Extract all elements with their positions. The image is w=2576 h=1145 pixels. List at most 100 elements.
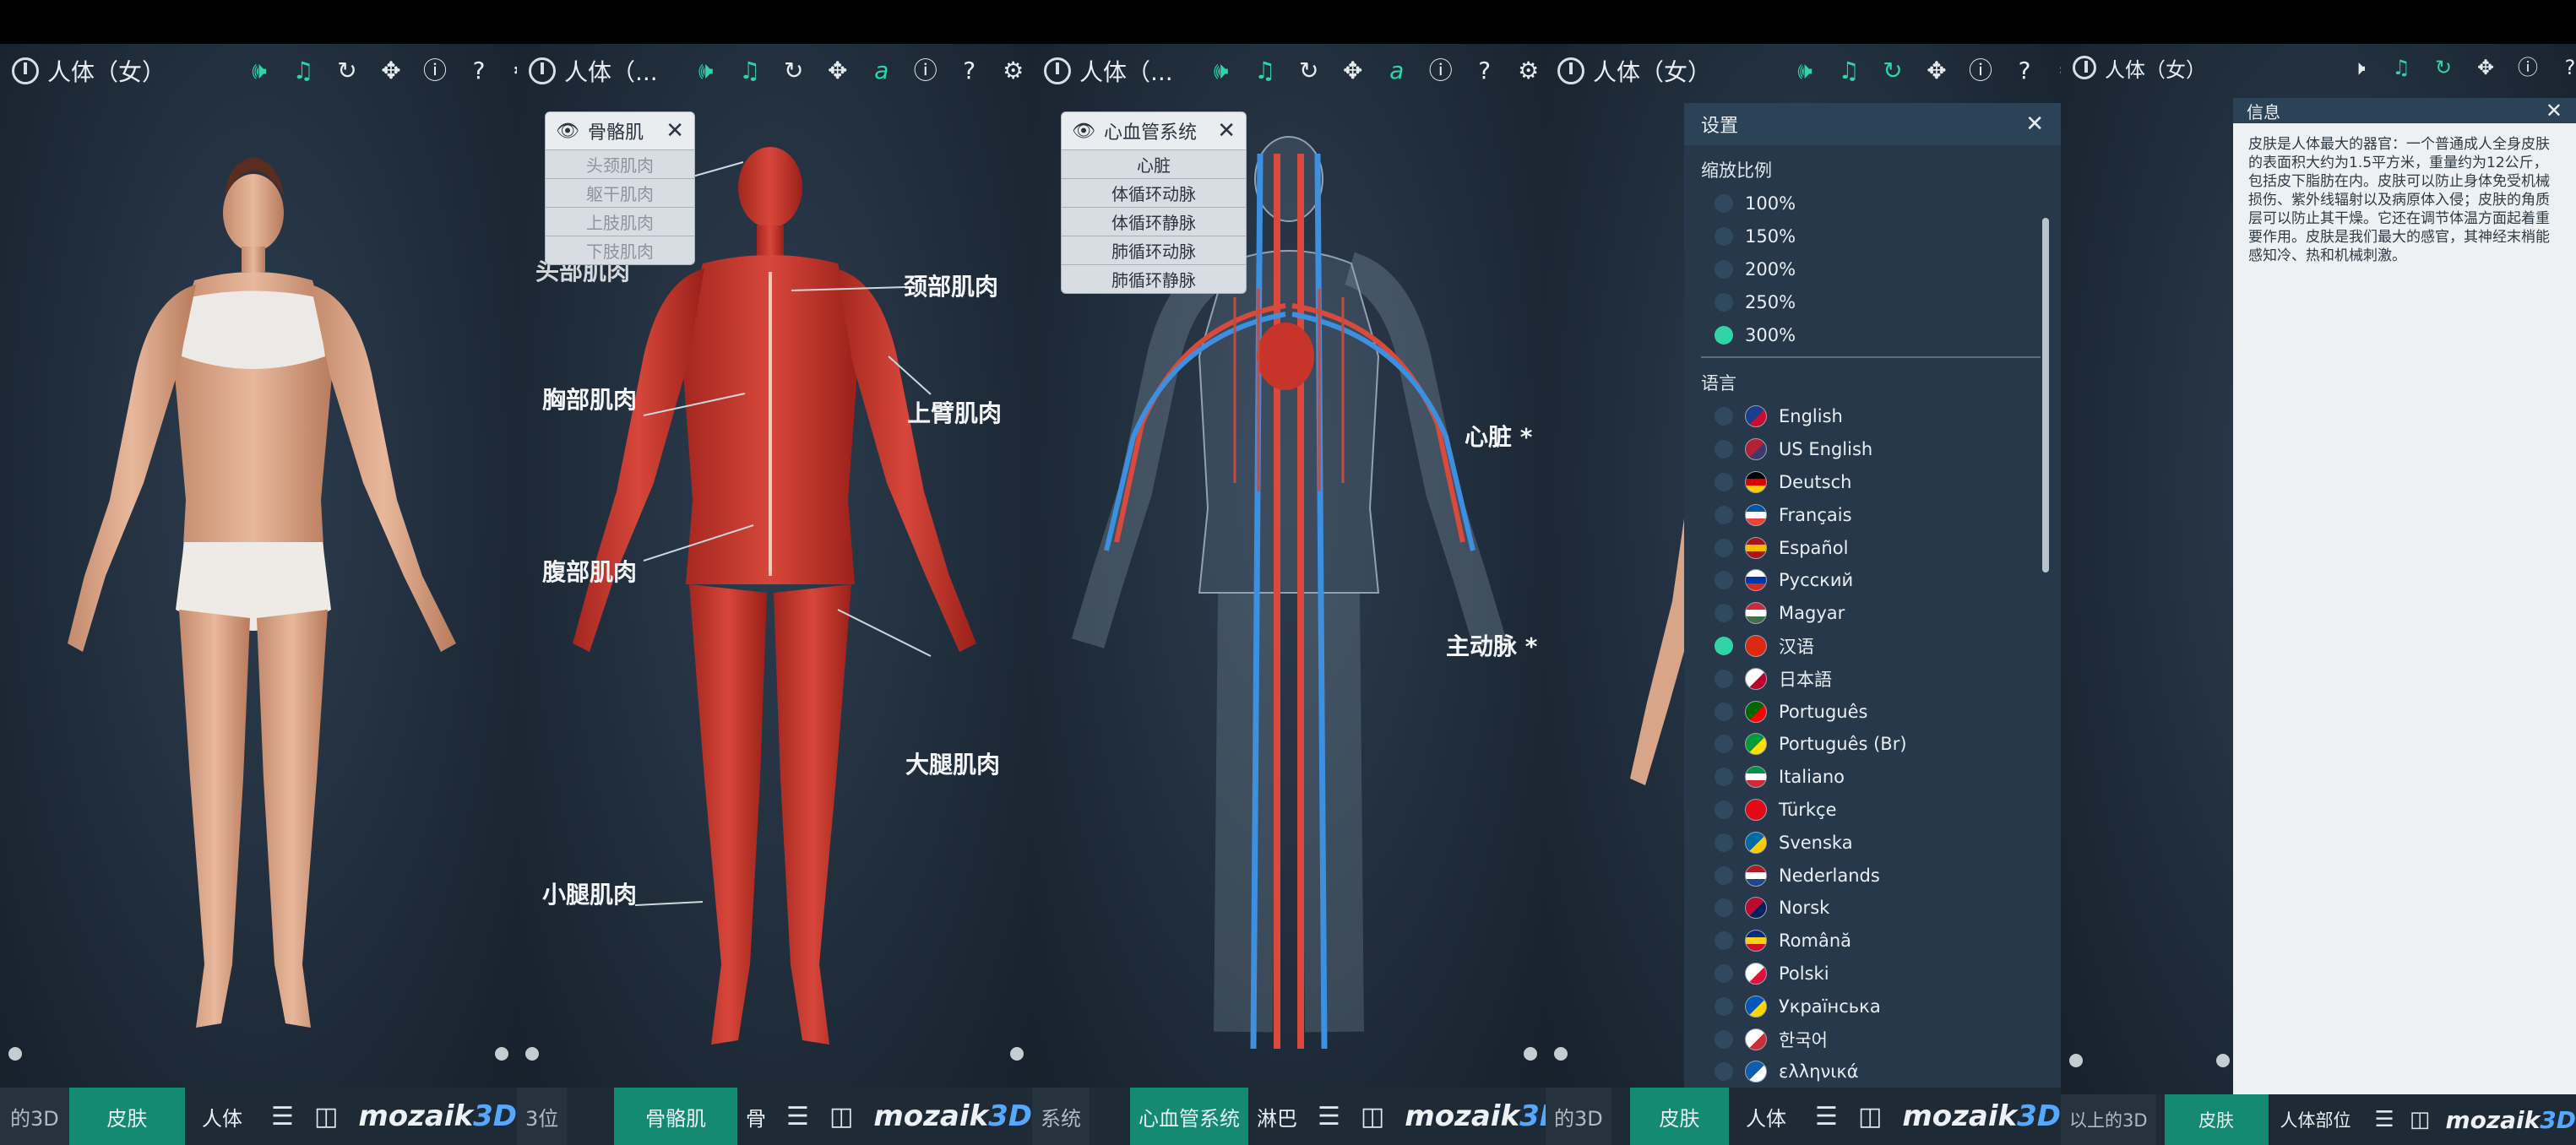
language-option[interactable]: Svenska: [1684, 826, 2061, 859]
rotate-icon[interactable]: ↻: [334, 59, 360, 83]
language-option[interactable]: Français: [1684, 498, 2061, 531]
scroll-dot[interactable]: [495, 1047, 508, 1061]
language-option[interactable]: Română: [1684, 925, 2061, 958]
tab-skeletal-muscles[interactable]: 骨骼肌: [614, 1088, 738, 1145]
settings-scrollbar[interactable]: [2042, 218, 2049, 572]
language-option[interactable]: Українська: [1684, 990, 2061, 1023]
close-icon[interactable]: ✕: [1217, 118, 1236, 144]
radio-button[interactable]: [1715, 194, 1733, 214]
close-icon[interactable]: ✕: [2546, 99, 2562, 122]
music-icon[interactable]: ♫: [2389, 57, 2414, 78]
popup-item-pulmonary-arteries[interactable]: 肺循环动脉: [1062, 236, 1246, 264]
language-option[interactable]: ελληνικά: [1684, 1055, 2061, 1088]
help-icon[interactable]: ?: [2557, 57, 2576, 78]
radio-button[interactable]: [1715, 735, 1733, 754]
popup-item-trunk[interactable]: 躯干肌肉: [546, 178, 694, 207]
label-neck-muscles[interactable]: 颈部肌肉: [904, 269, 998, 302]
tab-next[interactable]: 人体: [1729, 1088, 1803, 1145]
vr-icon[interactable]: ◫: [829, 1102, 853, 1131]
radio-button[interactable]: [1715, 702, 1733, 721]
radio-button[interactable]: [1715, 963, 1733, 983]
popup-item-head-neck[interactable]: 头颈肌肉: [546, 149, 694, 178]
app-title[interactable]: 人体（...: [1044, 54, 1173, 88]
move-icon[interactable]: ✥: [825, 59, 851, 83]
layers-icon[interactable]: ☰: [271, 1102, 294, 1131]
label-aorta[interactable]: 主动脉 *: [1446, 628, 1537, 662]
app-title[interactable]: 人体（女）: [1557, 54, 1711, 88]
radio-button[interactable]: [1715, 1029, 1733, 1049]
label-calf-muscles[interactable]: 小腿肌肉: [542, 876, 637, 910]
language-option[interactable]: Türkçe: [1684, 794, 2061, 827]
help-icon[interactable]: ?: [2012, 59, 2037, 83]
tab-next[interactable]: 骨: [737, 1088, 774, 1145]
layers-icon[interactable]: ☰: [786, 1102, 809, 1131]
vr-icon[interactable]: ◫: [314, 1102, 338, 1131]
close-icon[interactable]: ✕: [2025, 111, 2044, 137]
vr-icon[interactable]: ◫: [1858, 1102, 1882, 1131]
scroll-dot[interactable]: [1524, 1047, 1537, 1061]
tab-skin[interactable]: 皮肤: [1629, 1088, 1730, 1145]
tab-previous[interactable]: 的3D: [1546, 1088, 1611, 1145]
vr-icon[interactable]: ◫: [1361, 1102, 1384, 1131]
radio-button[interactable]: [1715, 996, 1733, 1016]
zoom-option[interactable]: 150%: [1684, 220, 2061, 253]
music-icon[interactable]: ♫: [1253, 59, 1278, 83]
radio-button[interactable]: [1715, 669, 1733, 688]
language-option[interactable]: Magyar: [1684, 597, 2061, 630]
scroll-dot[interactable]: [525, 1047, 539, 1061]
help-icon[interactable]: ?: [1472, 59, 1497, 83]
move-icon[interactable]: ✥: [1924, 59, 1949, 83]
move-icon[interactable]: ✥: [2473, 57, 2498, 78]
power-icon[interactable]: [1044, 57, 1071, 84]
close-icon[interactable]: ✕: [666, 118, 684, 144]
radio-button[interactable]: [1715, 440, 1733, 459]
sound-icon[interactable]: 🕪: [1792, 59, 1818, 83]
label-abdomen-muscles[interactable]: 腹部肌肉: [542, 554, 637, 588]
gear-icon[interactable]: ⚙: [1516, 59, 1541, 83]
app-title[interactable]: 人体（女）: [12, 54, 166, 88]
language-option[interactable]: Norsk: [1684, 892, 2061, 925]
language-option[interactable]: Polski: [1684, 958, 2061, 990]
radio-button[interactable]: [1715, 292, 1733, 312]
label-upper-arm-muscles[interactable]: 上臂肌肉: [907, 395, 1002, 429]
radio-button[interactable]: [1715, 1062, 1733, 1082]
popup-item-systemic-arteries[interactable]: 体循环动脉: [1062, 178, 1246, 207]
language-option[interactable]: Português: [1684, 695, 2061, 728]
layers-icon[interactable]: ☰: [1318, 1102, 1340, 1131]
radio-button[interactable]: [1715, 866, 1733, 885]
move-icon[interactable]: ✥: [1340, 59, 1366, 83]
label-toggle-icon[interactable]: a: [869, 59, 894, 83]
popup-item-heart[interactable]: 心脏: [1062, 149, 1246, 178]
app-title[interactable]: 人体（女）: [2073, 53, 2206, 83]
radio-button[interactable]: [1715, 505, 1733, 524]
tab-previous[interactable]: 的3D: [0, 1088, 69, 1145]
language-option[interactable]: Русский: [1684, 564, 2061, 597]
language-option[interactable]: English: [1684, 400, 2061, 433]
label-thigh-muscles[interactable]: 大腿肌肉: [905, 746, 1000, 780]
label-chest-muscles[interactable]: 胸部肌肉: [542, 382, 637, 415]
layers-icon[interactable]: ☰: [1815, 1102, 1838, 1131]
popup-item-systemic-veins[interactable]: 体循环静脉: [1062, 207, 1246, 236]
vr-icon[interactable]: ◫: [2410, 1107, 2431, 1132]
scroll-dot[interactable]: [8, 1047, 22, 1061]
tab-previous[interactable]: 系统: [1032, 1088, 1090, 1145]
gear-icon[interactable]: ⚙: [510, 59, 517, 83]
radio-button[interactable]: [1715, 636, 1733, 655]
layers-icon[interactable]: ☰: [2375, 1107, 2394, 1132]
popup-item-upper-limb[interactable]: 上肢肌肉: [546, 207, 694, 236]
sound-icon[interactable]: 🕪: [693, 59, 719, 83]
body-model-viewport[interactable]: [0, 103, 517, 1077]
tab-cardiovascular[interactable]: 心血管系统: [1130, 1088, 1248, 1145]
radio-button[interactable]: [1715, 325, 1733, 345]
radio-button[interactable]: [1715, 800, 1733, 819]
music-icon[interactable]: ♫: [291, 59, 316, 83]
zoom-option[interactable]: 250%: [1684, 285, 2061, 318]
radio-button[interactable]: [1715, 833, 1733, 852]
rotate-icon[interactable]: ↻: [2431, 57, 2456, 78]
radio-button[interactable]: [1715, 898, 1733, 918]
help-icon[interactable]: ?: [957, 59, 982, 83]
radio-button[interactable]: [1715, 259, 1733, 279]
tab-next[interactable]: 淋巴: [1248, 1088, 1306, 1145]
tab-next[interactable]: 人体: [185, 1088, 259, 1145]
power-icon[interactable]: [1557, 57, 1584, 84]
